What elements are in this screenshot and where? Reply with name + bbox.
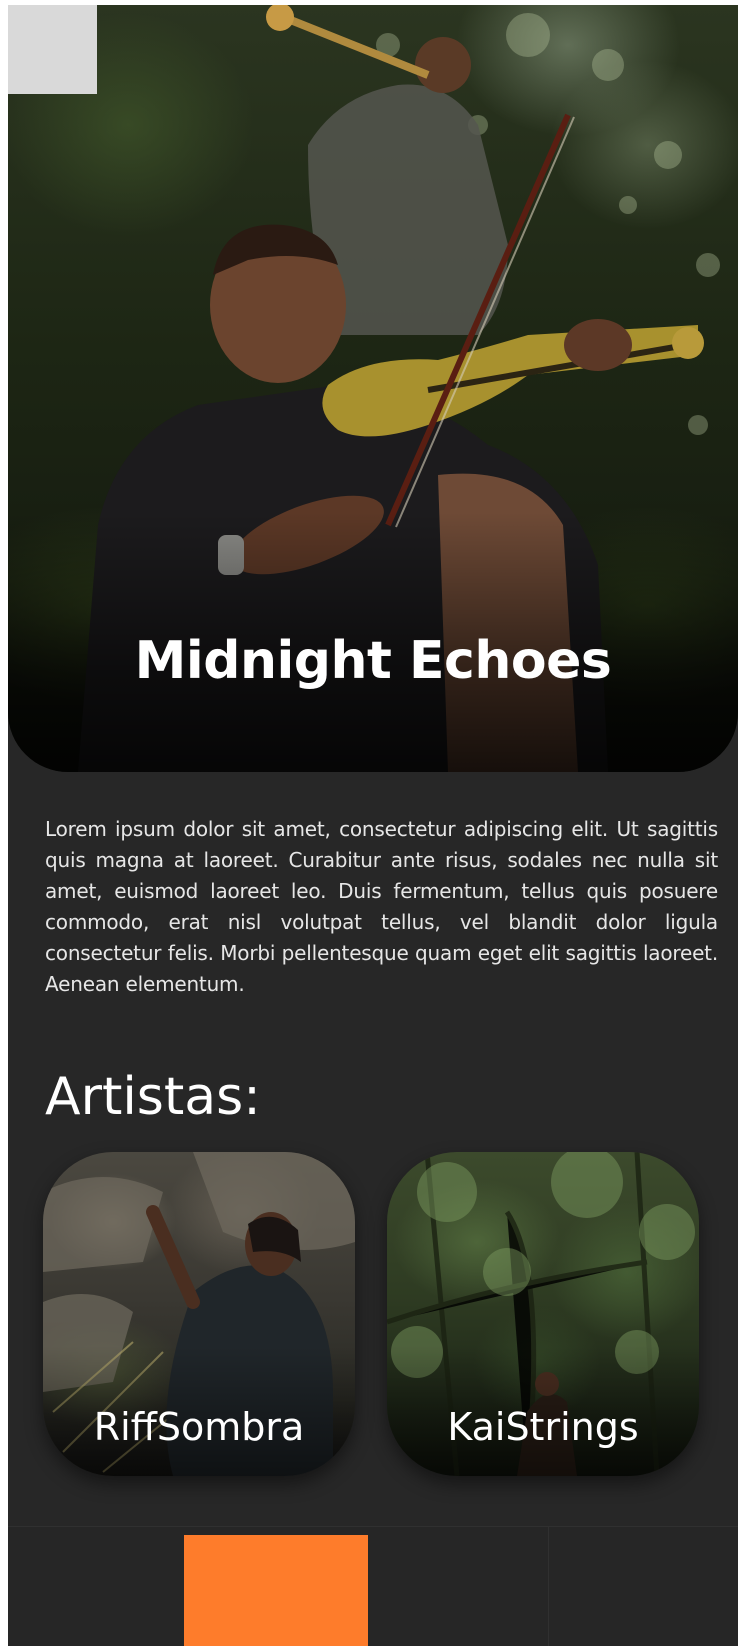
nav-item-1[interactable] bbox=[8, 1527, 184, 1646]
back-button[interactable] bbox=[8, 5, 97, 94]
hero-banner: Midnight Echoes bbox=[8, 5, 738, 772]
nav-item-4[interactable] bbox=[548, 1527, 738, 1646]
artist-card-kaistrings[interactable]: KaiStrings bbox=[387, 1152, 699, 1476]
artist-name: KaiStrings bbox=[447, 1405, 639, 1449]
artists-heading: Artistas: bbox=[45, 1067, 261, 1127]
nav-item-2-active[interactable] bbox=[184, 1535, 368, 1646]
nav-item-3[interactable] bbox=[368, 1527, 548, 1646]
album-description: Lorem ipsum dolor sit amet, consectetur … bbox=[45, 817, 718, 996]
bottom-navigation-bar bbox=[8, 1526, 738, 1646]
app-screen: Midnight Echoes Lorem ipsum dolor sit am… bbox=[8, 5, 738, 1646]
album-title: Midnight Echoes bbox=[134, 631, 612, 691]
artist-card-riffsombra[interactable]: RiffSombra bbox=[43, 1152, 355, 1476]
artist-name: RiffSombra bbox=[93, 1405, 305, 1449]
